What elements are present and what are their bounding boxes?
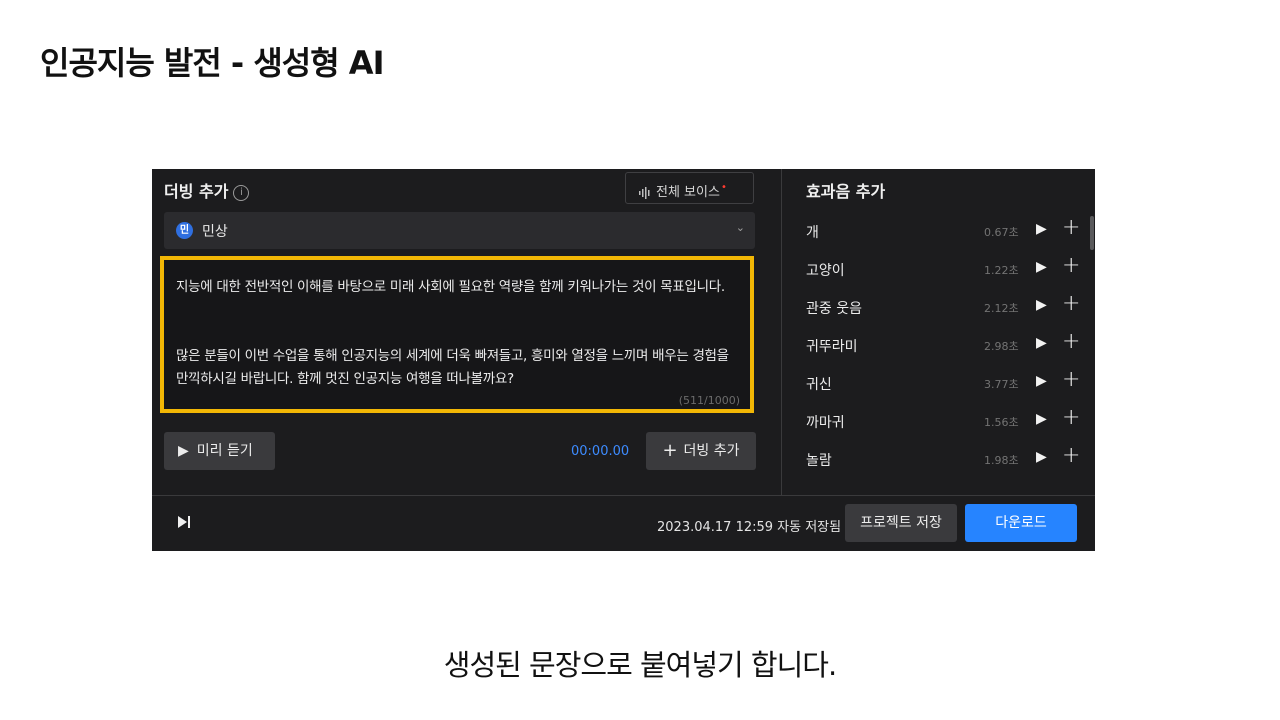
voice-select[interactable]: 민 민상 ⌄ (164, 212, 755, 249)
preview-button[interactable]: ▶ 미리 듣기 (164, 432, 275, 470)
add-icon[interactable]: + (1062, 215, 1080, 240)
play-icon[interactable]: ▶ (1036, 411, 1047, 427)
sfx-name: 놀람 (806, 453, 832, 469)
sfx-item: 개 0.67초 ▶ + (782, 212, 1095, 250)
play-icon: ▶ (178, 443, 189, 459)
sfx-name: 귀뚜라미 (806, 339, 858, 355)
preview-label: 미리 듣기 (196, 443, 253, 459)
info-icon[interactable]: i (233, 185, 250, 201)
script-paragraph-2: 많은 분들이 이번 수업을 통해 인공지능의 세계에 더욱 빠져들고, 흥미와 … (176, 348, 729, 387)
slide-title: 인공지능 발전 - 생성형 AI (40, 44, 384, 82)
play-icon[interactable]: ▶ (1036, 373, 1047, 389)
all-voices-label: 전체 보이스 (656, 185, 720, 200)
add-icon[interactable]: + (1062, 443, 1080, 468)
skip-to-end-icon[interactable] (176, 514, 192, 530)
playback-time: 00:00.00 (571, 444, 630, 459)
play-icon[interactable]: ▶ (1036, 221, 1047, 237)
sound-effects-title: 효과음 추가 (806, 182, 886, 201)
sfx-duration: 1.98초 (984, 454, 1019, 467)
sfx-item: 귀뚜라미 2.98초 ▶ + (782, 326, 1095, 364)
dubbing-app-window: 더빙 추가 i 전체 보이스• 민 민상 ⌄ 지능에 대한 전반적인 이해를 바탕… (152, 169, 1095, 551)
sfx-name: 개 (806, 225, 819, 241)
add-icon[interactable]: + (1062, 291, 1080, 316)
sfx-item: 고양이 1.22초 ▶ + (782, 250, 1095, 288)
sfx-duration: 2.98초 (984, 340, 1019, 353)
sfx-name: 까마귀 (806, 415, 845, 431)
download-button[interactable]: 다운로드 (965, 504, 1077, 542)
sfx-name: 고양이 (806, 263, 845, 279)
add-icon[interactable]: + (1062, 329, 1080, 354)
all-voices-button[interactable]: 전체 보이스• (625, 172, 754, 204)
character-count: (511/1000) (678, 394, 740, 407)
add-dubbing-button[interactable]: + 더빙 추가 (646, 432, 756, 470)
add-dubbing-label: 더빙 추가 (683, 443, 740, 459)
bottom-toolbar: 2023.04.17 12:59 자동 저장됨 프로젝트 저장 다운로드 (152, 495, 1095, 551)
voice-name: 민상 (202, 224, 228, 240)
plus-icon: + (662, 440, 678, 461)
sfx-duration: 0.67초 (984, 226, 1019, 239)
play-icon[interactable]: ▶ (1036, 297, 1047, 313)
add-icon[interactable]: + (1062, 405, 1080, 430)
script-textarea[interactable]: 지능에 대한 전반적인 이해를 바탕으로 미래 사회에 필요한 역량을 함께 키… (160, 256, 754, 413)
play-icon[interactable]: ▶ (1036, 449, 1047, 465)
autosave-status: 2023.04.17 12:59 자동 저장됨 (657, 520, 842, 535)
chevron-down-icon: ⌄ (735, 221, 745, 234)
sfx-item: 관중 웃음 2.12초 ▶ + (782, 288, 1095, 326)
play-icon[interactable]: ▶ (1036, 335, 1047, 351)
dubbing-title-label: 더빙 추가 (164, 182, 229, 201)
script-paragraph-1: 지능에 대한 전반적인 이해를 바탕으로 미래 사회에 필요한 역량을 함께 키… (176, 279, 725, 295)
sfx-name: 관중 웃음 (806, 301, 862, 317)
dubbing-panel: 더빙 추가 i 전체 보이스• 민 민상 ⌄ 지능에 대한 전반적인 이해를 바탕… (152, 169, 780, 495)
dubbing-title: 더빙 추가 i (164, 178, 250, 202)
sfx-duration: 2.12초 (984, 302, 1019, 315)
slide-caption: 생성된 문장으로 붙여넣기 합니다. (443, 648, 837, 682)
sfx-duration: 1.56초 (984, 416, 1019, 429)
sound-effects-panel: 효과음 추가 개 0.67초 ▶ + 고양이 1.22초 ▶ + 관중 웃음 2… (781, 169, 1095, 495)
sfx-duration: 1.22초 (984, 264, 1019, 277)
sfx-item: 까마귀 1.56초 ▶ + (782, 402, 1095, 440)
sfx-item: 놀람 1.98초 ▶ + (782, 440, 1095, 478)
voice-avatar: 민 (176, 222, 193, 239)
add-icon[interactable]: + (1062, 253, 1080, 278)
voice-wave-icon (639, 186, 650, 199)
save-project-button[interactable]: 프로젝트 저장 (845, 504, 957, 542)
new-badge: • (720, 182, 727, 193)
play-icon[interactable]: ▶ (1036, 259, 1047, 275)
sfx-duration: 3.77초 (984, 378, 1019, 391)
sfx-item: 귀신 3.77초 ▶ + (782, 364, 1095, 402)
sfx-name: 귀신 (806, 377, 832, 393)
add-icon[interactable]: + (1062, 367, 1080, 392)
sound-effects-list: 개 0.67초 ▶ + 고양이 1.22초 ▶ + 관중 웃음 2.12초 ▶ … (782, 212, 1095, 478)
